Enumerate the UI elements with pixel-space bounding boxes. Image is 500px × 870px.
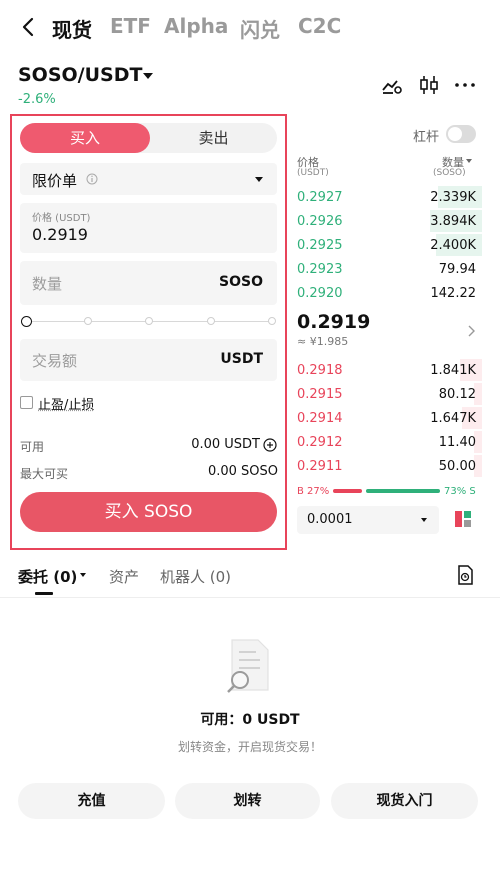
slider-mark-75[interactable]: [207, 317, 215, 325]
spot-guide-button[interactable]: 现货入门: [331, 783, 478, 819]
orderbook-qty: 2.400K: [430, 238, 476, 253]
orderbook-price[interactable]: 0.2927: [297, 190, 343, 205]
chevron-down-icon: [255, 177, 263, 182]
buy-tab[interactable]: 买入: [20, 123, 150, 153]
col-qty-unit: (SOSO): [433, 168, 466, 178]
price-input[interactable]: 价格 (USDT) 0.2919: [20, 203, 277, 253]
quantity-placeholder: 数量: [32, 275, 63, 293]
order-history-icon[interactable]: [456, 565, 474, 585]
leverage-toggle[interactable]: [446, 125, 476, 143]
tab-assets[interactable]: 资产: [109, 566, 139, 587]
price-change: -2.6%: [18, 92, 56, 107]
ratio-bar-sell: [366, 489, 440, 493]
slider-mark-25[interactable]: [84, 317, 92, 325]
orderbook-price[interactable]: 0.2923: [297, 262, 343, 277]
empty-available: 可用：0 USDT: [200, 712, 300, 728]
orderbook-price[interactable]: 0.2920: [297, 286, 343, 301]
more-icon[interactable]: [454, 74, 476, 96]
slider-handle[interactable]: [21, 316, 32, 327]
tab-c2c[interactable]: C2C: [298, 14, 341, 38]
empty-document-icon: [227, 639, 269, 693]
orderbook-qty: 3.894K: [430, 214, 476, 229]
available-value: 0.00 USDT: [191, 437, 260, 452]
active-tab-indicator: [35, 592, 53, 595]
orderbook-layout-icon[interactable]: [454, 510, 472, 528]
precision-select[interactable]: 0.0001: [297, 506, 439, 534]
orderbook-qty: 2.339K: [430, 190, 476, 205]
orderbook-price[interactable]: 0.2914: [297, 411, 343, 426]
orderbook-qty: 11.40: [438, 435, 476, 450]
price-value: 0.2919: [32, 225, 88, 244]
tab-alpha[interactable]: Alpha: [164, 14, 228, 38]
last-price: 0.2919: [297, 311, 371, 333]
slider-mark-100[interactable]: [268, 317, 276, 325]
candlestick-icon[interactable]: [418, 74, 440, 96]
chart-signal-icon[interactable]: [381, 74, 403, 96]
sell-ratio-label: 73% S: [444, 486, 476, 497]
max-buy-value: 0.00 SOSO: [207, 464, 278, 479]
orderbook-price[interactable]: 0.2911: [297, 459, 343, 474]
buy-ratio-label: B 27%: [297, 486, 330, 497]
last-price-cny: ≈ ¥1.985: [297, 335, 349, 348]
ratio-bar-buy: [333, 489, 362, 493]
quantity-unit: SOSO: [219, 274, 263, 290]
tpsl-checkbox[interactable]: [20, 396, 33, 409]
orderbook-qty: 80.12: [438, 387, 476, 402]
max-buy-label: 最大可买: [20, 467, 69, 481]
slider-mark-50[interactable]: [145, 317, 153, 325]
chevron-down-icon[interactable]: [80, 573, 86, 577]
orderbook-price[interactable]: 0.2926: [297, 214, 343, 229]
chevron-right-icon[interactable]: [466, 324, 476, 338]
leverage-label: 杠杆: [413, 130, 440, 145]
tab-etf[interactable]: ETF: [110, 14, 151, 38]
back-arrow-icon[interactable]: [18, 16, 40, 38]
divider: [0, 597, 500, 598]
chevron-down-icon[interactable]: [143, 73, 153, 79]
orderbook-price[interactable]: 0.2918: [297, 363, 343, 378]
orderbook-qty: 50.00: [438, 459, 476, 474]
orderbook-price[interactable]: 0.2925: [297, 238, 343, 253]
orderbook-price[interactable]: 0.2912: [297, 435, 343, 450]
price-label: 价格 (USDT): [32, 213, 91, 224]
transfer-button[interactable]: 划转: [175, 783, 320, 819]
total-input[interactable]: 交易额 USDT: [20, 339, 277, 381]
pair-selector[interactable]: SOSO/USDT: [18, 64, 142, 86]
add-funds-icon[interactable]: [263, 438, 277, 452]
deposit-button[interactable]: 充值: [18, 783, 165, 819]
orderbook-qty: 1.647K: [430, 411, 476, 426]
total-placeholder: 交易额: [32, 352, 78, 370]
orderbook-qty: 142.22: [430, 286, 477, 301]
available-label: 可用: [20, 440, 45, 454]
col-price-unit: (USDT): [297, 168, 329, 178]
tpsl-label[interactable]: 止盈/止损: [38, 394, 94, 413]
total-unit: USDT: [220, 351, 263, 367]
empty-hint: 划转资金，开启现货交易！: [177, 740, 322, 754]
quantity-input[interactable]: 数量 SOSO: [20, 261, 277, 305]
ratio-bar: [333, 489, 440, 493]
orderbook-qty: 1.841K: [430, 363, 476, 378]
tab-bots[interactable]: 机器人 (0): [160, 566, 231, 587]
chevron-down-icon: [466, 159, 472, 163]
order-type-select[interactable]: 限价单: [20, 163, 277, 195]
sell-tab[interactable]: 卖出: [150, 123, 277, 153]
tab-spot[interactable]: 现货: [52, 14, 92, 43]
buy-submit-button[interactable]: 买入 SOSO: [20, 492, 277, 532]
orderbook-qty: 79.94: [438, 262, 476, 277]
precision-value: 0.0001: [307, 512, 353, 527]
chevron-down-icon: [421, 518, 427, 522]
info-icon[interactable]: [86, 173, 98, 185]
tab-convert[interactable]: 闪兑: [240, 14, 280, 43]
tab-open-orders[interactable]: 委托 (0): [18, 566, 77, 587]
orderbook-price[interactable]: 0.2915: [297, 387, 343, 402]
order-type-label: 限价单: [32, 172, 78, 190]
